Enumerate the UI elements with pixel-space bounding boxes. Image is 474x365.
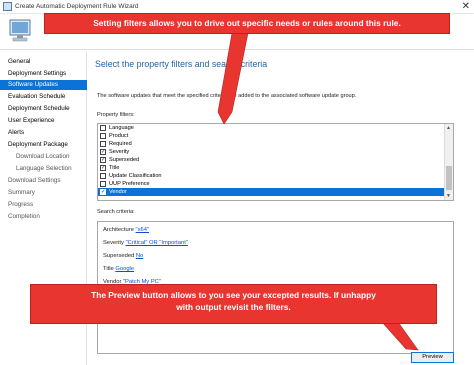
filter-row-superseded[interactable]: ✓ Superseded: [98, 156, 445, 164]
sidebar-item-progress[interactable]: Progress: [0, 200, 87, 210]
preview-callout-line-2: with output revisit the filters.: [176, 302, 291, 312]
sidebar-item-completion[interactable]: Completion: [0, 212, 87, 222]
preview-callout-line-1: The Preview button allows to you see you…: [91, 290, 376, 300]
filter-label: Superseded: [109, 157, 140, 163]
filter-row-title[interactable]: ✓ Title: [98, 164, 445, 172]
filter-label: Required: [109, 141, 132, 147]
filters-scrollbar[interactable]: ▲ ▼: [444, 124, 453, 200]
title-bar: Create Automatic Deployment Rule Wizard …: [0, 0, 474, 14]
sidebar-item-evaluation-schedule[interactable]: Evaluation Schedule: [0, 92, 87, 102]
sidebar-item-summary[interactable]: Summary: [0, 188, 87, 198]
checkbox[interactable]: [100, 181, 106, 187]
close-icon[interactable]: ✕: [462, 1, 470, 12]
computer-icon: [9, 19, 31, 42]
filter-row-product[interactable]: Product: [98, 132, 445, 140]
criteria-link[interactable]: Google: [115, 266, 134, 272]
criteria-prefix: Title: [103, 266, 116, 272]
filter-row-uup-preference[interactable]: UUP Preference: [98, 180, 445, 188]
filter-label: Title: [109, 165, 120, 171]
checkbox-checked[interactable]: ✓: [100, 189, 106, 195]
sidebar-item-deployment-schedule[interactable]: Deployment Schedule: [0, 104, 87, 114]
property-filters-list[interactable]: Language Product Required ✓ Severity ✓ Sup…: [97, 123, 454, 201]
preview-callout: The Preview button allows to you see you…: [30, 284, 437, 324]
filter-row-required[interactable]: Required: [98, 140, 445, 148]
checkbox[interactable]: [100, 125, 106, 131]
sidebar-item-deployment-settings[interactable]: Deployment Settings: [0, 69, 87, 79]
criteria-prefix: Severity: [103, 240, 126, 246]
filter-label: Severity: [109, 149, 130, 155]
criteria-link[interactable]: "Critical" OR "Important": [126, 240, 188, 246]
criteria-architecture: Architecture "x64": [103, 227, 149, 233]
criteria-superseded: Superseded No: [103, 253, 143, 259]
checkbox-checked[interactable]: ✓: [100, 149, 106, 155]
sidebar-item-user-experience[interactable]: User Experience: [0, 116, 87, 126]
checkbox-checked[interactable]: ✓: [100, 165, 106, 171]
sidebar-item-download-settings[interactable]: Download Settings: [0, 176, 87, 186]
sidebar-item-general[interactable]: General: [0, 57, 87, 67]
filter-label: Language: [109, 125, 134, 131]
sidebar-item-deployment-package[interactable]: Deployment Package: [0, 140, 87, 150]
filter-label: Vendor: [109, 189, 127, 195]
sidebar-item-software-updates[interactable]: Software Updates: [0, 80, 87, 90]
wizard-app-icon: [3, 2, 12, 11]
criteria-prefix: Superseded: [103, 253, 136, 259]
filter-label: UUP Preference: [109, 181, 150, 187]
search-criteria-label: Search criteria:: [97, 209, 135, 215]
criteria-severity: Severity "Critical" OR "Important": [103, 240, 188, 246]
checkbox[interactable]: [100, 173, 106, 179]
criteria-link[interactable]: "x64": [136, 227, 149, 233]
filter-label: Update Classification: [109, 173, 162, 179]
filter-row-severity[interactable]: ✓ Severity: [98, 148, 445, 156]
page-description: The software updates that meet the speci…: [97, 93, 357, 99]
sidebar-item-language-selection[interactable]: Language Selection: [0, 164, 87, 174]
filter-row-update-classification[interactable]: Update Classification: [98, 172, 445, 180]
preview-button[interactable]: Preview: [411, 352, 454, 363]
property-filters-label: Property filters:: [97, 112, 135, 118]
filter-row-vendor[interactable]: ✓ Vendor: [98, 188, 445, 196]
sidebar-item-download-location[interactable]: Download Location: [0, 152, 87, 162]
scroll-down-icon[interactable]: ▼: [446, 193, 451, 199]
window-title: Create Automatic Deployment Rule Wizard: [15, 3, 139, 10]
criteria-title: Title Google: [103, 266, 134, 272]
checkbox[interactable]: [100, 141, 106, 147]
filter-label: Product: [109, 133, 129, 139]
criteria-prefix: Architecture: [103, 227, 136, 233]
checkbox-checked[interactable]: ✓: [100, 157, 106, 163]
checkbox[interactable]: [100, 133, 106, 139]
page-title: Select the property filters and search c…: [95, 59, 268, 69]
scrollbar-thumb[interactable]: [446, 166, 452, 190]
sidebar-item-alerts[interactable]: Alerts: [0, 128, 87, 138]
criteria-link[interactable]: No: [136, 253, 143, 259]
filter-row-language[interactable]: Language: [98, 124, 445, 132]
scroll-up-icon[interactable]: ▲: [446, 125, 451, 131]
filters-callout: Setting filters allows you to drive out …: [44, 13, 450, 34]
